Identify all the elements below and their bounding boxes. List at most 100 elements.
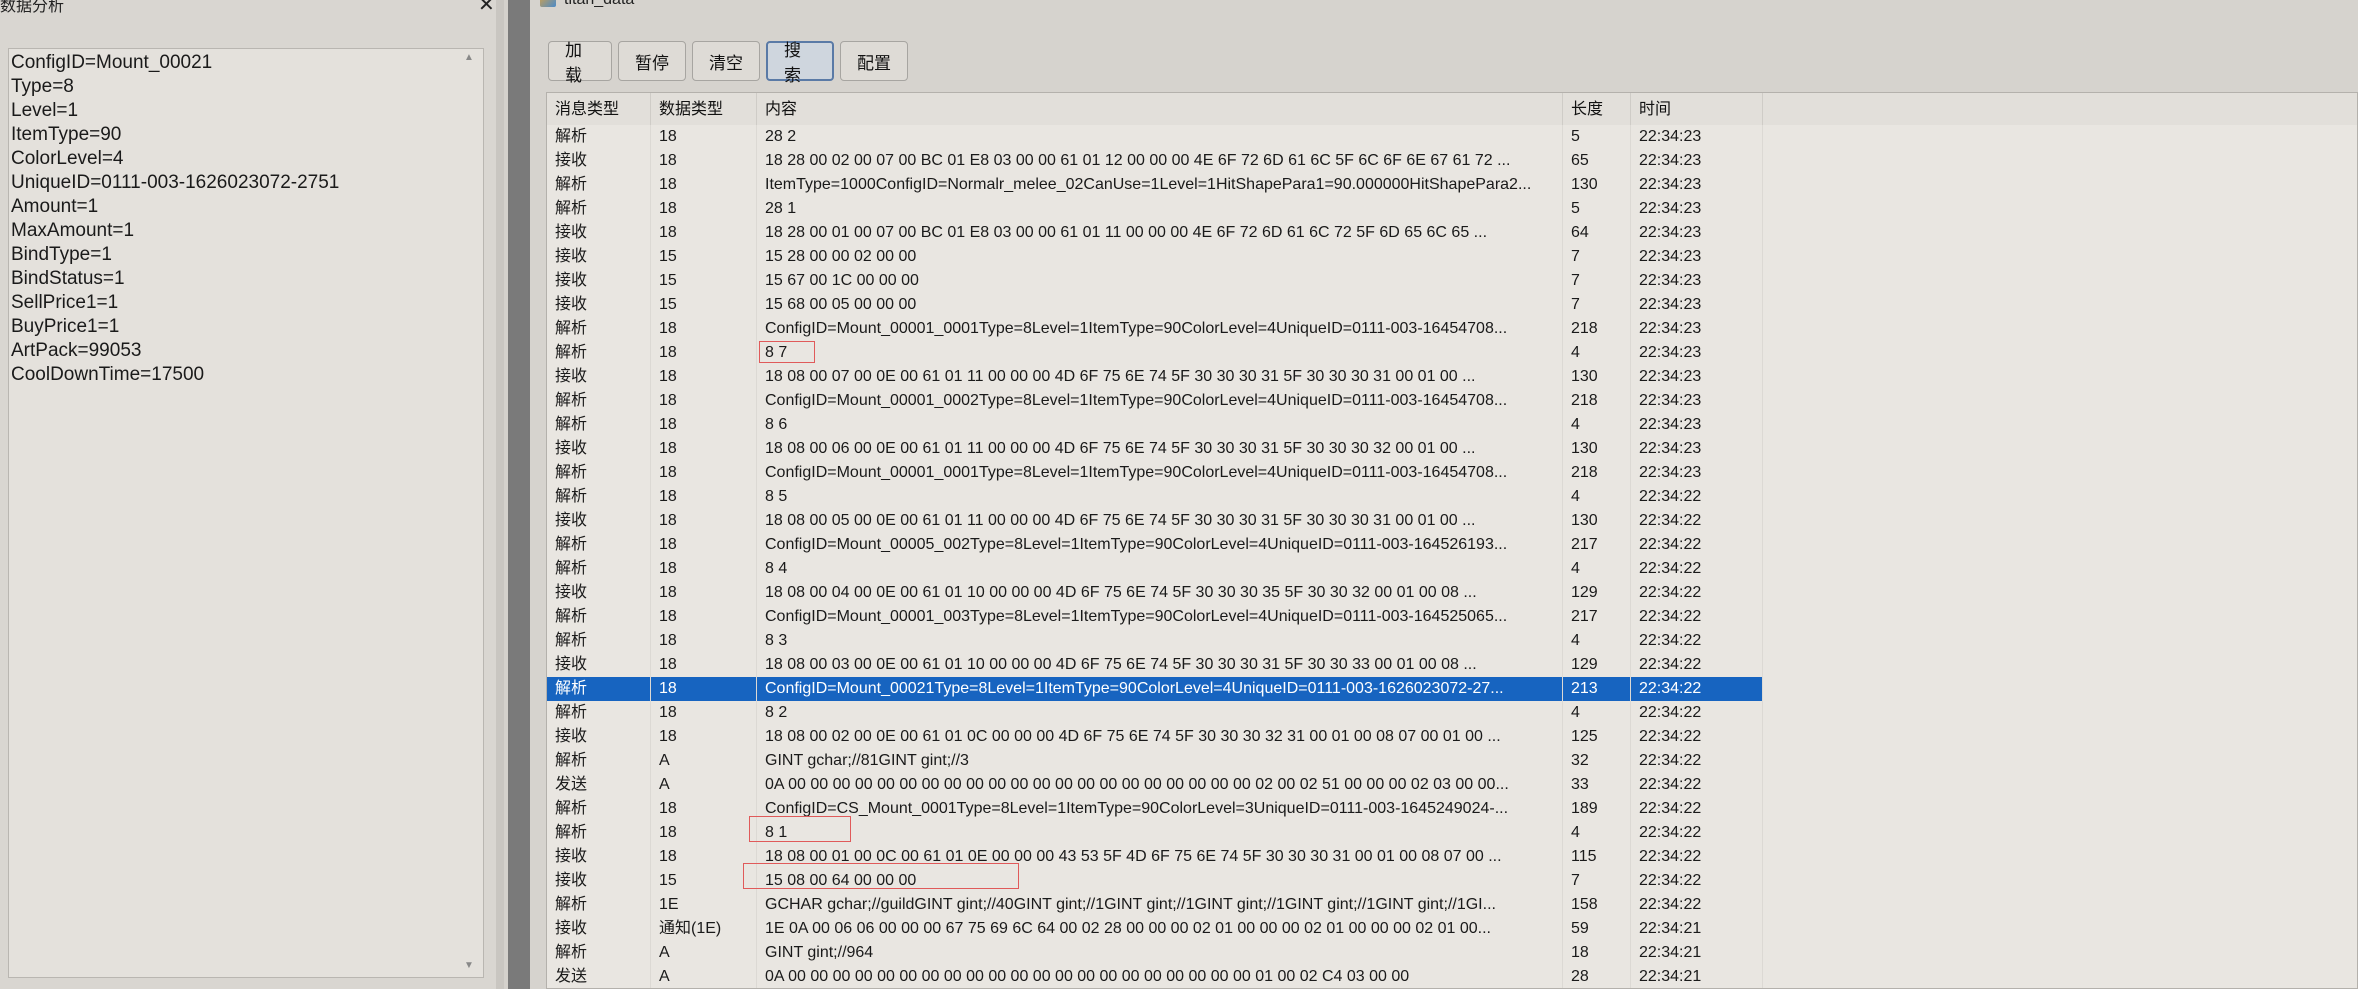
table-row[interactable]: 接收 18 18 28 00 02 00 07 00 BC 01 E8 03 00 … [547, 149, 2357, 173]
table-row[interactable]: 解析 18 8 1 4 22:34:22 [547, 821, 2357, 845]
table-row[interactable]: 解析 18 ConfigID=Mount_00005_002Type=8Level=… [547, 533, 2357, 557]
col-header-msg-type[interactable]: 消息类型 [547, 93, 651, 125]
cell-content: 15 28 00 00 02 00 00 [757, 245, 1563, 269]
table-row[interactable]: 解析 18 ConfigID=Mount_00001_0001Type=8Level… [547, 317, 2357, 341]
cell-data-type: 18 [651, 533, 757, 557]
cell-content: ConfigID=Mount_00001_0002Type=8Level=1It… [757, 389, 1563, 413]
table-row[interactable]: 接收 18 18 08 00 03 00 0E 00 61 01 10 00 00 … [547, 653, 2357, 677]
col-header-content[interactable]: 内容 [757, 93, 1563, 125]
cell-length: 65 [1563, 149, 1631, 173]
clear-button[interactable]: 清空 [692, 41, 760, 81]
table-row[interactable]: 接收 18 18 08 00 02 00 0E 00 61 01 0C 00 00 … [547, 725, 2357, 749]
table-row[interactable]: 接收 15 15 68 00 05 00 00 00 7 22:34:23 [547, 293, 2357, 317]
cell-time: 22:34:22 [1631, 773, 1763, 797]
cell-time: 22:34:22 [1631, 725, 1763, 749]
cell-data-type: 15 [651, 245, 757, 269]
cell-data-type: 18 [651, 797, 757, 821]
table-row[interactable]: 解析 18 8 3 4 22:34:22 [547, 629, 2357, 653]
cell-time: 22:34:22 [1631, 797, 1763, 821]
cell-time: 22:34:21 [1631, 941, 1763, 965]
cell-msg-type: 解析 [547, 749, 651, 773]
table-row[interactable]: 发送 A 0A 00 00 00 00 00 00 00 00 00 00 00 0… [547, 773, 2357, 797]
table-row[interactable]: 接收 18 18 08 00 01 00 0C 00 61 01 0E 00 00 … [547, 845, 2357, 869]
table-row[interactable]: 解析 18 ConfigID=Mount_00001_003Type=8Level=… [547, 605, 2357, 629]
table-row[interactable]: 解析 1E GCHAR gchar;//guildGINT gint;//40GIN… [547, 893, 2357, 917]
col-header-time[interactable]: 时间 [1631, 93, 1763, 125]
cell-msg-type: 解析 [547, 941, 651, 965]
message-table[interactable]: 消息类型 数据类型 内容 长度 时间 解析 18 28 2 5 22:34:23 接收 18… [546, 92, 2358, 989]
col-header-length[interactable]: 长度 [1563, 93, 1631, 125]
cell-time: 22:34:23 [1631, 365, 1763, 389]
cell-length: 189 [1563, 797, 1631, 821]
table-row[interactable]: 解析 18 8 5 4 22:34:22 [547, 485, 2357, 509]
cell-content: ConfigID=Mount_00001_003Type=8Level=1Ite… [757, 605, 1563, 629]
cell-msg-type: 接收 [547, 725, 651, 749]
table-row[interactable]: 解析 18 8 4 4 22:34:22 [547, 557, 2357, 581]
load-button[interactable]: 加载 [548, 41, 612, 85]
cell-content: GCHAR gchar;//guildGINT gint;//40GINT gi… [757, 893, 1563, 917]
table-row[interactable]: 解析 18 8 6 4 22:34:23 [547, 413, 2357, 437]
table-row[interactable]: 接收 18 18 28 00 01 00 07 00 BC 01 E8 03 00 … [547, 221, 2357, 245]
cell-length: 158 [1563, 893, 1631, 917]
table-row[interactable]: 接收 通知(1E) 1E 0A 00 06 06 00 00 00 67 75 69… [547, 917, 2357, 941]
search-button[interactable]: 搜索 [766, 41, 834, 85]
cell-data-type: 18 [651, 653, 757, 677]
pause-button[interactable]: 暂停 [618, 41, 686, 81]
analysis-line: SellPrice1=1 [11, 292, 119, 313]
cell-data-type: 18 [651, 461, 757, 485]
cell-time: 22:34:23 [1631, 461, 1763, 485]
cell-length: 213 [1563, 677, 1631, 701]
cell-msg-type: 接收 [547, 917, 651, 941]
table-row[interactable]: 解析 18 28 1 5 22:34:23 [547, 197, 2357, 221]
table-row[interactable]: 解析 18 ConfigID=CS_Mount_0001Type=8Level=1I… [547, 797, 2357, 821]
table-row[interactable]: 解析 18 8 7 4 22:34:23 [547, 341, 2357, 365]
cell-content: 0A 00 00 00 00 00 00 00 00 00 00 00 00 0… [757, 965, 1563, 988]
config-button[interactable]: 配置 [840, 41, 908, 81]
scroll-down-arrow-icon[interactable]: ▼ [464, 960, 474, 971]
table-row[interactable]: 接收 15 15 28 00 00 02 00 00 7 22:34:23 [547, 245, 2357, 269]
cell-content: GINT gchar;//81GINT gint;//3 [757, 749, 1563, 773]
cell-length: 18 [1563, 941, 1631, 965]
cell-data-type: 18 [651, 437, 757, 461]
cell-content: 28 1 [757, 197, 1563, 221]
splitter-bar[interactable] [508, 0, 530, 989]
table-row[interactable]: 接收 18 18 08 00 04 00 0E 00 61 01 10 00 00 … [547, 581, 2357, 605]
cell-time: 22:34:22 [1631, 701, 1763, 725]
cell-data-type: 18 [651, 509, 757, 533]
cell-content: 18 08 00 04 00 0E 00 61 01 10 00 00 00 4… [757, 581, 1563, 605]
table-row[interactable]: 接收 18 18 08 00 06 00 0E 00 61 01 11 00 00 … [547, 437, 2357, 461]
table-row[interactable]: 接收 18 18 08 00 07 00 0E 00 61 01 11 00 00 … [547, 365, 2357, 389]
table-row[interactable]: 发送 A 0A 00 00 00 00 00 00 00 00 00 00 00 0… [547, 965, 2357, 988]
scroll-up-arrow-icon[interactable]: ▲ [464, 52, 474, 63]
panel-title: 数据分析 [0, 0, 65, 15]
window-title: titan_data [540, 0, 634, 9]
cell-time: 22:34:22 [1631, 653, 1763, 677]
table-row[interactable]: 解析 A GINT gchar;//81GINT gint;//3 32 22:34:2… [547, 749, 2357, 773]
cell-length: 130 [1563, 173, 1631, 197]
table-row[interactable]: 解析 18 8 2 4 22:34:22 [547, 701, 2357, 725]
cell-msg-type: 解析 [547, 797, 651, 821]
cell-content: ConfigID=Mount_00001_0001Type=8Level=1It… [757, 461, 1563, 485]
cell-msg-type: 解析 [547, 701, 651, 725]
table-row[interactable]: 解析 18 ItemType=1000ConfigID=Normalr_melee_… [547, 173, 2357, 197]
cell-msg-type: 解析 [547, 485, 651, 509]
table-row[interactable]: 解析 A GINT gint;//964 18 22:34:21 [547, 941, 2357, 965]
cell-data-type: A [651, 941, 757, 965]
table-row[interactable]: 解析 18 ConfigID=Mount_00001_0002Type=8Level… [547, 389, 2357, 413]
cell-length: 4 [1563, 821, 1631, 845]
cell-content: 15 67 00 1C 00 00 00 [757, 269, 1563, 293]
cell-content: ConfigID=Mount_00021Type=8Level=1ItemTyp… [757, 677, 1563, 701]
table-row[interactable]: 解析 18 28 2 5 22:34:23 [547, 125, 2357, 149]
table-row[interactable]: 接收 15 15 67 00 1C 00 00 00 7 22:34:23 [547, 269, 2357, 293]
table-row[interactable]: 解析 18 ConfigID=Mount_00001_0001Type=8Level… [547, 461, 2357, 485]
cell-length: 217 [1563, 605, 1631, 629]
table-row[interactable]: 接收 18 18 08 00 05 00 0E 00 61 01 11 00 00 … [547, 509, 2357, 533]
table-row[interactable]: 解析 18 ConfigID=Mount_00021Type=8Level=1Ite… [547, 677, 2357, 701]
table-row[interactable]: 接收 15 15 08 00 64 00 00 00 7 22:34:22 [547, 869, 2357, 893]
close-icon[interactable]: ✕ [478, 0, 495, 17]
cell-data-type: 15 [651, 869, 757, 893]
cell-content: ConfigID=Mount_00001_0001Type=8Level=1It… [757, 317, 1563, 341]
col-header-data-type[interactable]: 数据类型 [651, 93, 757, 125]
analysis-text-area[interactable]: ConfigID=Mount_00021 Type=8 Level=1 ItemTyp… [8, 48, 484, 978]
cell-length: 4 [1563, 341, 1631, 365]
